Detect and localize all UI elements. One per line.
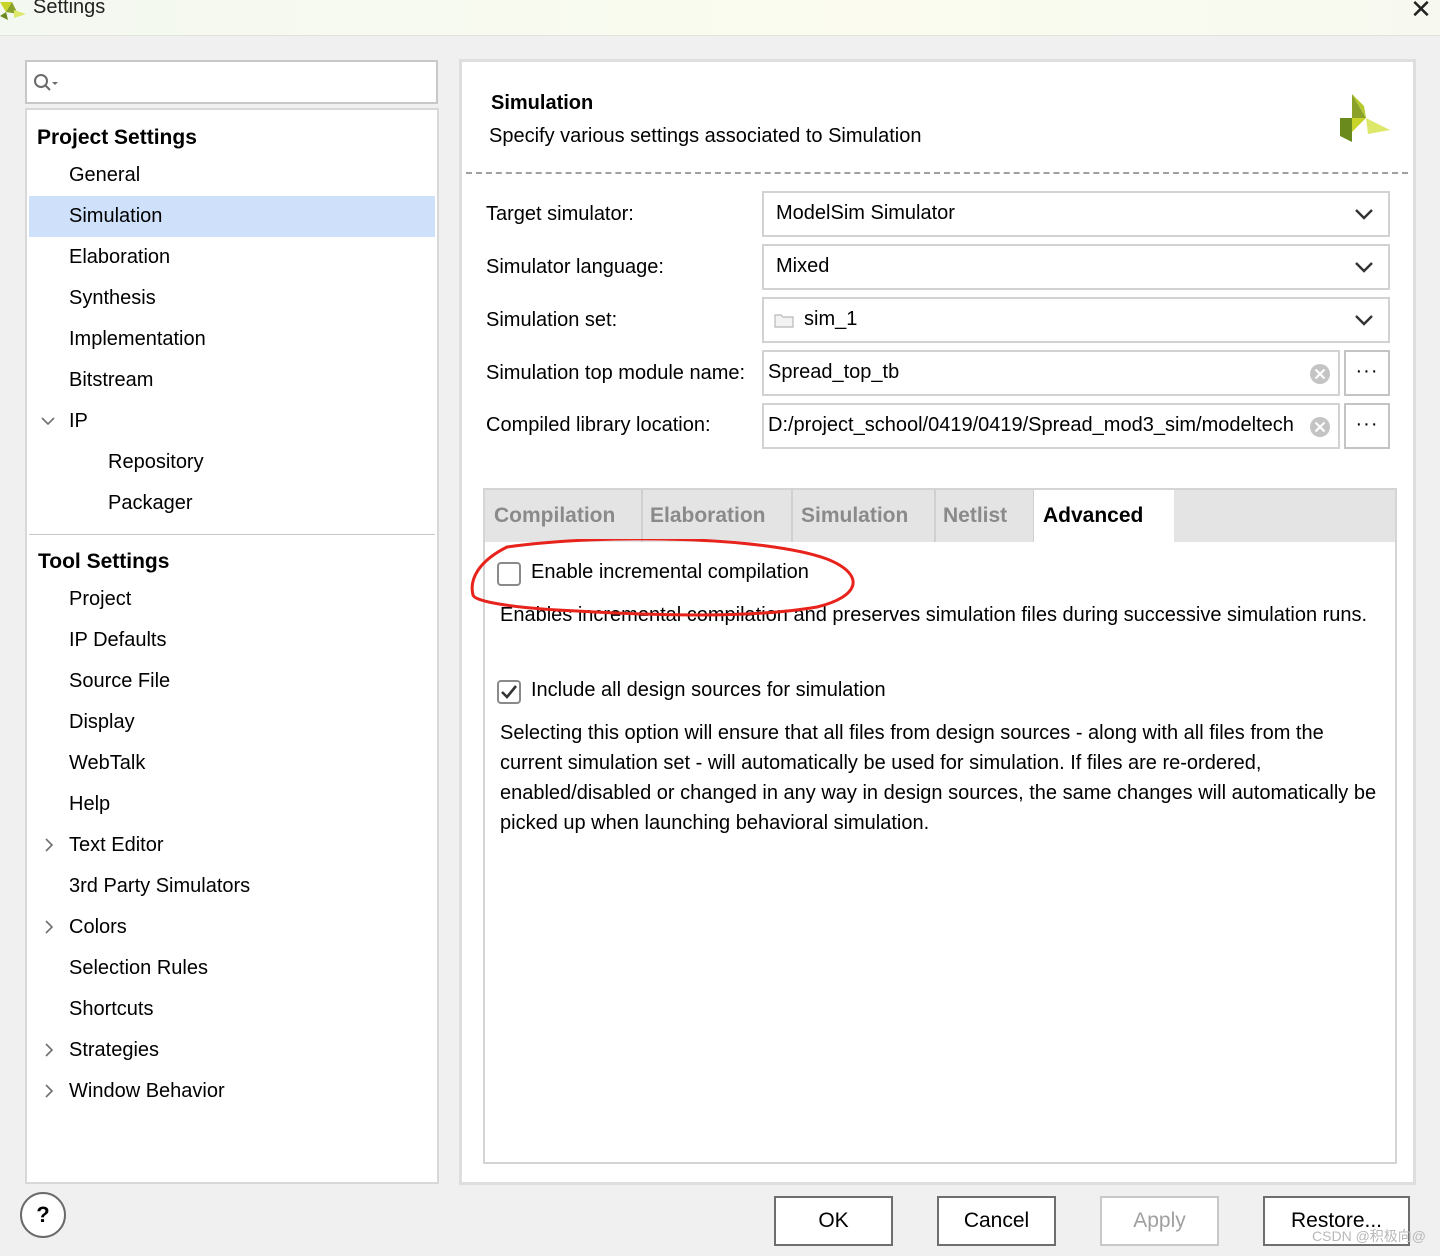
- sidebar-item-project[interactable]: Project: [29, 579, 435, 620]
- settings-search[interactable]: [25, 60, 438, 104]
- chevron-down-icon: [1355, 315, 1373, 326]
- settings-content: Simulation Specify various settings asso…: [459, 59, 1416, 1185]
- compiled-library-label: Compiled library location:: [486, 414, 711, 436]
- include-all-sources-description: Selecting this option will ensure that a…: [500, 722, 1377, 834]
- options-tabs: Compilation Elaboration Simulation Netli…: [470, 488, 1397, 1164]
- tab-elaboration[interactable]: Elaboration: [641, 490, 793, 542]
- watermark: CSDN @积极向@: [1312, 1228, 1426, 1244]
- app-logo-icon: [0, 2, 26, 20]
- sidebar-item-packager[interactable]: Packager: [29, 483, 435, 524]
- sidebar-item-ip-defaults[interactable]: IP Defaults: [29, 620, 435, 661]
- sidebar-item-colors[interactable]: Colors: [29, 907, 435, 948]
- sidebar-item-ip[interactable]: IP: [29, 401, 435, 442]
- apply-button[interactable]: Apply: [1100, 1196, 1219, 1246]
- include-all-sources-checkbox[interactable]: [497, 680, 521, 704]
- simulation-set-select[interactable]: sim_1: [762, 297, 1390, 343]
- sidebar-item-elaboration[interactable]: Elaboration: [29, 237, 435, 278]
- tab-simulation[interactable]: Simulation: [792, 490, 936, 542]
- chevron-down-icon: [1355, 262, 1373, 273]
- sidebar-item-repository[interactable]: Repository: [29, 442, 435, 483]
- top-module-input[interactable]: Spread_top_tb: [762, 350, 1340, 396]
- window-title: Settings: [33, 0, 106, 18]
- tab-bar: Compilation Elaboration Simulation Netli…: [485, 490, 1395, 542]
- sidebar-item-3rd-party-simulators[interactable]: 3rd Party Simulators: [29, 866, 435, 907]
- search-input[interactable]: [63, 68, 429, 96]
- sidebar-item-bitstream[interactable]: Bitstream: [29, 360, 435, 401]
- red-annotation-circle: [470, 539, 855, 617]
- sidebar-item-display[interactable]: Display: [29, 702, 435, 743]
- top-module-value: Spread_top_tb: [768, 361, 900, 383]
- sidebar-item-synthesis[interactable]: Synthesis: [29, 278, 435, 319]
- include-all-sources-label[interactable]: Include all design sources for simulatio…: [531, 679, 886, 702]
- simulation-set-label: Simulation set:: [486, 309, 618, 331]
- title-bar: Settings ✕: [0, 0, 1440, 36]
- simulator-language-select[interactable]: Mixed: [762, 244, 1390, 290]
- sidebar-item-help[interactable]: Help: [29, 784, 435, 825]
- sidebar-item-simulation[interactable]: Simulation: [29, 196, 435, 237]
- sidebar-item-general[interactable]: General: [29, 155, 435, 196]
- close-button[interactable]: ✕: [1406, 0, 1436, 24]
- advanced-tab-content: Enable incremental compilation Enables i…: [470, 539, 1395, 1162]
- clear-icon[interactable]: [1308, 362, 1332, 386]
- cancel-button[interactable]: Cancel: [937, 1196, 1056, 1246]
- settings-tree: Project Settings General Simulation Elab…: [25, 108, 439, 1184]
- chevron-right-icon[interactable]: [40, 825, 56, 866]
- page-title: Simulation: [491, 92, 594, 114]
- tree-divider: [29, 534, 435, 535]
- sidebar-item-shortcuts[interactable]: Shortcuts: [29, 989, 435, 1030]
- tab-advanced[interactable]: Advanced: [1034, 490, 1174, 542]
- folder-icon: [774, 314, 794, 328]
- chevron-down-icon: [1355, 209, 1373, 220]
- sidebar-item-implementation[interactable]: Implementation: [29, 319, 435, 360]
- clear-icon[interactable]: [1308, 415, 1332, 439]
- help-button[interactable]: ?: [20, 1192, 66, 1238]
- vivado-logo-icon: [1340, 94, 1390, 142]
- simulator-language-value: Mixed: [776, 255, 830, 277]
- sidebar-item-text-editor[interactable]: Text Editor: [29, 825, 435, 866]
- project-settings-heading: Project Settings: [37, 126, 197, 149]
- compiled-library-input[interactable]: D:/project_school/0419/0419/Spread_mod3_…: [762, 403, 1340, 449]
- page-description: Specify various settings associated to S…: [489, 125, 922, 147]
- target-simulator-select[interactable]: ModelSim Simulator: [762, 191, 1390, 237]
- target-simulator-label: Target simulator:: [486, 203, 634, 225]
- chevron-down-icon[interactable]: [40, 401, 56, 442]
- top-module-browse-button[interactable]: ···: [1344, 350, 1390, 396]
- checkmark-icon: [501, 685, 518, 699]
- sidebar-item-webtalk[interactable]: WebTalk: [29, 743, 435, 784]
- tool-settings-heading: Tool Settings: [38, 550, 170, 573]
- tab-netlist[interactable]: Netlist: [934, 490, 1035, 542]
- search-icon: [34, 74, 58, 91]
- close-icon: ✕: [1410, 0, 1432, 24]
- tab-compilation[interactable]: Compilation: [485, 490, 643, 542]
- target-simulator-value: ModelSim Simulator: [776, 202, 955, 224]
- chevron-right-icon[interactable]: [40, 1030, 56, 1071]
- simulator-language-label: Simulator language:: [486, 256, 664, 278]
- sidebar-item-source-file[interactable]: Source File: [29, 661, 435, 702]
- sidebar-item-selection-rules[interactable]: Selection Rules: [29, 948, 435, 989]
- compiled-library-value: D:/project_school/0419/0419/Spread_mod3_…: [768, 414, 1294, 436]
- header-separator: [466, 172, 1408, 174]
- chevron-right-icon[interactable]: [40, 907, 56, 948]
- top-module-label: Simulation top module name:: [486, 362, 746, 384]
- ok-button[interactable]: OK: [774, 1196, 893, 1246]
- simulation-set-value: sim_1: [804, 308, 858, 330]
- chevron-right-icon[interactable]: [40, 1071, 56, 1112]
- sidebar-item-window-behavior[interactable]: Window Behavior: [29, 1071, 435, 1112]
- sidebar-item-strategies[interactable]: Strategies: [29, 1030, 435, 1071]
- compiled-library-browse-button[interactable]: ···: [1344, 403, 1390, 449]
